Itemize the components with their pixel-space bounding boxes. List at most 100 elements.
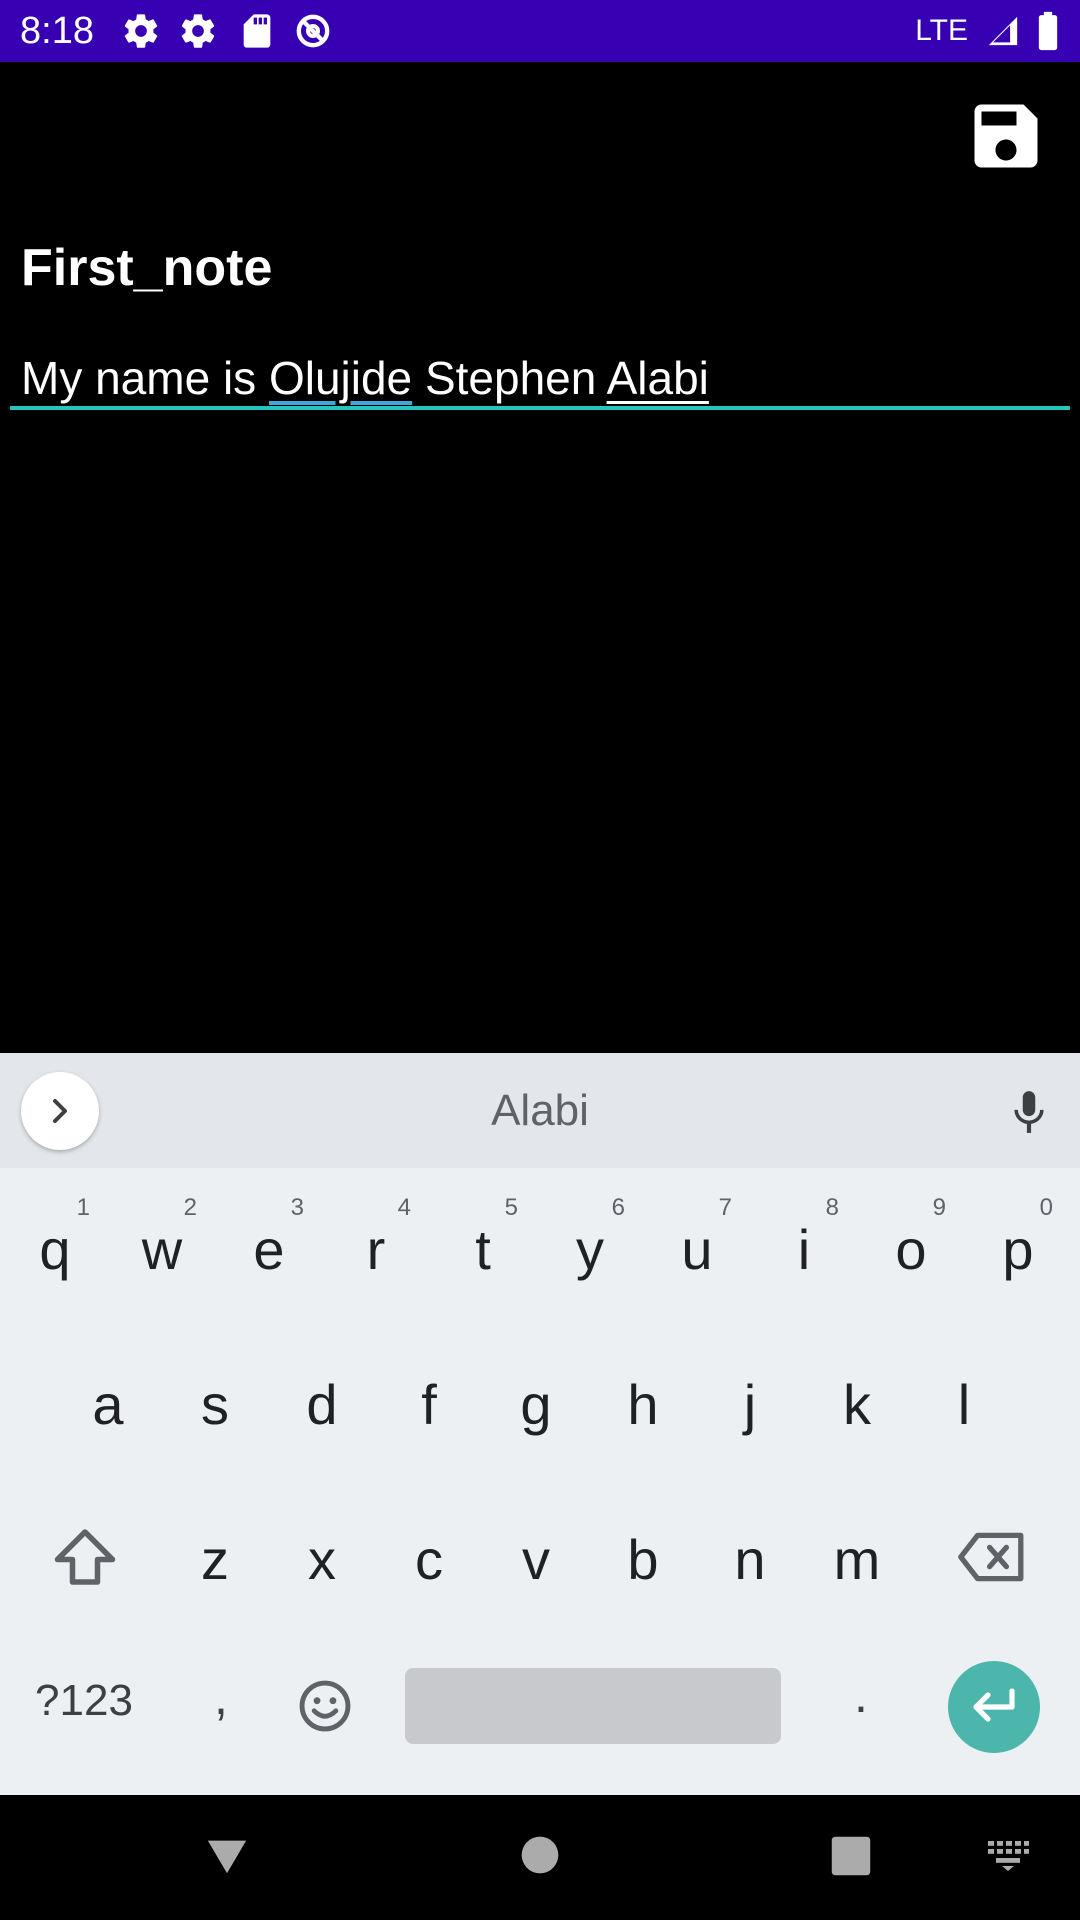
comma-key[interactable]: , — [196, 1668, 246, 1726]
key-label: z — [201, 1528, 229, 1591]
key-label: t — [475, 1218, 491, 1281]
key-label: u — [681, 1218, 713, 1281]
key-label: r — [366, 1218, 386, 1281]
key-c[interactable]: c — [378, 1520, 480, 1600]
misspelled-word[interactable]: Olujide — [269, 352, 412, 404]
key-label: p — [1002, 1218, 1034, 1281]
key-label: i — [797, 1218, 811, 1281]
recents-icon — [831, 1836, 871, 1876]
key-m[interactable]: m — [806, 1520, 908, 1600]
save-button[interactable] — [964, 94, 1048, 178]
key-label: k — [843, 1373, 871, 1436]
composing-word: Alabi — [606, 352, 709, 404]
key-label: s — [201, 1373, 229, 1436]
signal-icon — [986, 11, 1026, 51]
key-hint: 6 — [611, 1194, 625, 1221]
home-icon — [521, 1836, 559, 1874]
sd-card-icon — [237, 11, 277, 51]
key-label: o — [895, 1218, 927, 1281]
key-label: x — [308, 1528, 336, 1591]
battery-icon — [1036, 11, 1076, 51]
recents-button[interactable] — [830, 1835, 872, 1877]
save-icon — [974, 104, 1038, 168]
key-label: j — [743, 1373, 757, 1436]
emoji-key[interactable] — [296, 1677, 354, 1735]
key-q[interactable]: q1 — [4, 1194, 106, 1290]
key-hint: 8 — [825, 1194, 839, 1221]
key-o[interactable]: o9 — [860, 1194, 962, 1290]
enter-key[interactable] — [948, 1661, 1040, 1753]
key-label: y — [576, 1218, 604, 1281]
space-key[interactable] — [405, 1668, 781, 1744]
key-label: b — [627, 1528, 659, 1591]
keyboard-switch-button[interactable] — [986, 1839, 1030, 1871]
key-b[interactable]: b — [592, 1520, 694, 1600]
key-n[interactable]: n — [699, 1520, 801, 1600]
key-v[interactable]: v — [485, 1520, 587, 1600]
period-key[interactable]: . — [836, 1666, 886, 1724]
key-l[interactable]: l — [913, 1365, 1015, 1445]
note-word: Stephen — [424, 352, 597, 404]
key-hint: 9 — [932, 1194, 946, 1221]
key-hint: 4 — [397, 1194, 411, 1221]
key-e[interactable]: e3 — [218, 1194, 320, 1290]
key-f[interactable]: f — [378, 1365, 480, 1445]
note-title[interactable]: First_note — [21, 236, 272, 300]
key-label: d — [306, 1373, 338, 1436]
shift-key[interactable] — [50, 1526, 120, 1588]
back-icon — [207, 1840, 247, 1874]
note-body-input[interactable]: My name is Olujide Stephen Alabi — [10, 344, 1070, 410]
key-g[interactable]: g — [485, 1365, 587, 1445]
key-label: h — [627, 1373, 659, 1436]
voice-input-button[interactable] — [1004, 1087, 1054, 1137]
suggestion-word[interactable]: Alabi — [0, 1053, 1080, 1168]
key-hint: 5 — [504, 1194, 518, 1221]
network-type: LTE — [915, 14, 968, 47]
navigation-bar — [0, 1795, 1080, 1920]
symbols-key[interactable]: ?123 — [24, 1676, 144, 1726]
key-h[interactable]: h — [592, 1365, 694, 1445]
status-time: 8:18 — [20, 10, 94, 52]
key-label: q — [39, 1218, 71, 1281]
key-z[interactable]: z — [164, 1520, 266, 1600]
key-k[interactable]: k — [806, 1365, 908, 1445]
key-label: v — [522, 1528, 550, 1591]
microphone-icon — [1014, 1091, 1044, 1133]
key-label: a — [92, 1373, 124, 1436]
key-i[interactable]: i8 — [753, 1194, 855, 1290]
key-w[interactable]: w2 — [111, 1194, 213, 1290]
key-hint: 0 — [1039, 1194, 1053, 1221]
shift-icon — [54, 1529, 116, 1585]
settings-icon — [121, 11, 161, 51]
key-u[interactable]: u7 — [646, 1194, 748, 1290]
expand-toolbar-button[interactable] — [21, 1072, 99, 1150]
backspace-key[interactable] — [956, 1527, 1028, 1587]
key-p[interactable]: p0 — [967, 1194, 1069, 1290]
key-y[interactable]: y6 — [539, 1194, 641, 1290]
key-s[interactable]: s — [164, 1365, 266, 1445]
home-button[interactable] — [520, 1835, 560, 1875]
settings-icon — [178, 11, 218, 51]
key-label: l — [957, 1373, 971, 1436]
key-r[interactable]: r4 — [325, 1194, 427, 1290]
key-a[interactable]: a — [57, 1365, 159, 1445]
backspace-icon — [958, 1532, 1024, 1582]
key-j[interactable]: j — [699, 1365, 801, 1445]
status-bar: 8:18 LTE — [0, 0, 1080, 62]
back-button[interactable] — [204, 1833, 250, 1879]
key-t[interactable]: t5 — [432, 1194, 534, 1290]
key-hint: 7 — [718, 1194, 732, 1221]
key-d[interactable]: d — [271, 1365, 373, 1445]
suggestion-strip: Alabi — [0, 1053, 1080, 1168]
chevron-right-icon — [53, 1099, 67, 1123]
key-label: e — [253, 1218, 285, 1281]
key-label: m — [833, 1528, 881, 1591]
key-hint: 2 — [183, 1194, 197, 1221]
key-label: g — [520, 1373, 552, 1436]
key-x[interactable]: x — [271, 1520, 373, 1600]
emoji-icon — [299, 1680, 351, 1732]
key-hint: 3 — [290, 1194, 304, 1221]
key-label: w — [141, 1218, 183, 1281]
note-body-text: My name is Olujide Stephen Alabi — [21, 350, 709, 406]
key-label: f — [421, 1373, 437, 1436]
